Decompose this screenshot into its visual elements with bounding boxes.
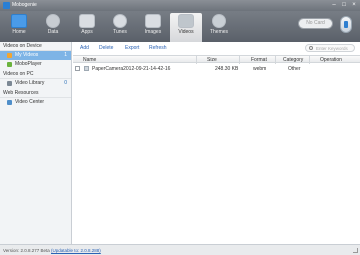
sidebar-item-label: My Videos xyxy=(15,52,39,58)
update-link[interactable]: (Updatable to: 2.0.8.288) xyxy=(51,248,101,253)
sidebar-item-moboplayer[interactable]: MoboPlayer xyxy=(0,60,71,69)
sidebar-section-web: Web Resources xyxy=(0,89,71,98)
contacts-icon xyxy=(46,14,60,28)
tab-data-label: Data xyxy=(47,29,59,35)
device-connect-button[interactable] xyxy=(340,16,352,33)
cell-category: Other xyxy=(288,66,301,72)
column-divider xyxy=(239,56,240,64)
row-checkbox[interactable] xyxy=(75,66,80,71)
library-icon xyxy=(7,81,12,86)
title-bar: Mobogenie – □ × xyxy=(0,0,360,11)
column-size[interactable]: Size xyxy=(207,57,217,63)
tab-home[interactable]: Home xyxy=(3,13,35,41)
sidebar-item-my-videos[interactable]: My Videos 1 xyxy=(0,51,71,60)
version-text: Version: 2.0.8.277 Beta xyxy=(3,248,50,253)
tab-videos[interactable]: Videos xyxy=(170,13,202,42)
sidebar-item-video-library[interactable]: Video Library 0 xyxy=(0,79,71,88)
column-category[interactable]: Category xyxy=(283,57,303,63)
no-card-indicator: No Card xyxy=(298,18,333,29)
apps-grid-icon xyxy=(79,14,95,28)
tab-tunes[interactable]: Tunes xyxy=(104,13,136,41)
column-divider xyxy=(275,56,276,64)
minimize-icon[interactable]: – xyxy=(330,1,338,9)
sidebar-section-pc: Videos on PC xyxy=(0,70,71,79)
status-bar: Version: 2.0.8.277 Beta (Updatable to: 2… xyxy=(0,244,360,255)
folder-icon xyxy=(7,53,12,58)
cell-format: webm xyxy=(253,66,267,72)
tab-themes-label: Themes xyxy=(209,29,229,35)
sidebar-item-label: Video Library xyxy=(15,80,45,86)
item-count: 0 xyxy=(64,80,67,86)
search-input[interactable]: Enter Keywords xyxy=(305,44,355,52)
images-icon xyxy=(145,14,161,28)
refresh-button[interactable]: Refresh xyxy=(149,45,167,51)
sidebar-item-video-center[interactable]: Video Center xyxy=(0,98,71,107)
column-divider xyxy=(196,56,197,64)
table-row[interactable]: PaperCamera2012-09-21-14-42-16 248.30 KB… xyxy=(73,64,360,74)
content-area xyxy=(73,74,360,244)
cell-name: PaperCamera2012-09-21-14-42-16 xyxy=(92,66,171,72)
resize-grip-icon[interactable] xyxy=(353,248,358,253)
tab-videos-label: Videos xyxy=(178,29,194,35)
welcome-badge-icon xyxy=(11,14,27,28)
app-logo-icon xyxy=(3,2,10,9)
column-format[interactable]: Format xyxy=(251,57,267,63)
sidebar-item-label: Video Center xyxy=(15,99,45,105)
add-button[interactable]: Add xyxy=(80,45,89,51)
maximize-icon[interactable]: □ xyxy=(340,1,348,9)
tab-tunes-label: Tunes xyxy=(113,29,127,35)
sidebar-section-device: Videos on Device xyxy=(0,42,71,51)
window-title: Mobogenie xyxy=(12,2,37,8)
palette-icon xyxy=(212,14,226,28)
sidebar-item-label: MoboPlayer xyxy=(15,61,42,67)
sidebar: Videos on Device My Videos 1 MoboPlayer … xyxy=(0,42,72,244)
table-header: Name Size Format Category Operation xyxy=(73,55,360,64)
video-icon xyxy=(178,14,194,28)
globe-icon xyxy=(7,100,12,105)
tab-data[interactable]: Data xyxy=(37,13,69,41)
close-icon[interactable]: × xyxy=(350,1,358,9)
cell-size: 248.30 KB xyxy=(215,66,239,72)
search-icon xyxy=(309,46,313,50)
tab-images[interactable]: Images xyxy=(137,13,169,41)
tab-themes[interactable]: Themes xyxy=(203,13,235,41)
tab-home-label: Home xyxy=(12,29,26,35)
export-button[interactable]: Export xyxy=(125,45,139,51)
item-count: 1 xyxy=(64,52,67,58)
column-divider xyxy=(309,56,310,64)
music-disc-icon xyxy=(113,14,127,28)
search-placeholder: Enter Keywords xyxy=(316,46,348,51)
tab-images-label: Images xyxy=(144,29,162,35)
column-operation: Operation xyxy=(320,57,342,63)
moboplayer-icon xyxy=(7,62,12,67)
phone-icon xyxy=(344,21,348,28)
delete-button[interactable]: Delete xyxy=(99,45,113,51)
column-name[interactable]: Name xyxy=(83,57,96,63)
tab-apps-label: Apps xyxy=(81,29,93,35)
video-file-icon xyxy=(84,66,89,71)
tab-apps[interactable]: Apps xyxy=(71,13,103,41)
